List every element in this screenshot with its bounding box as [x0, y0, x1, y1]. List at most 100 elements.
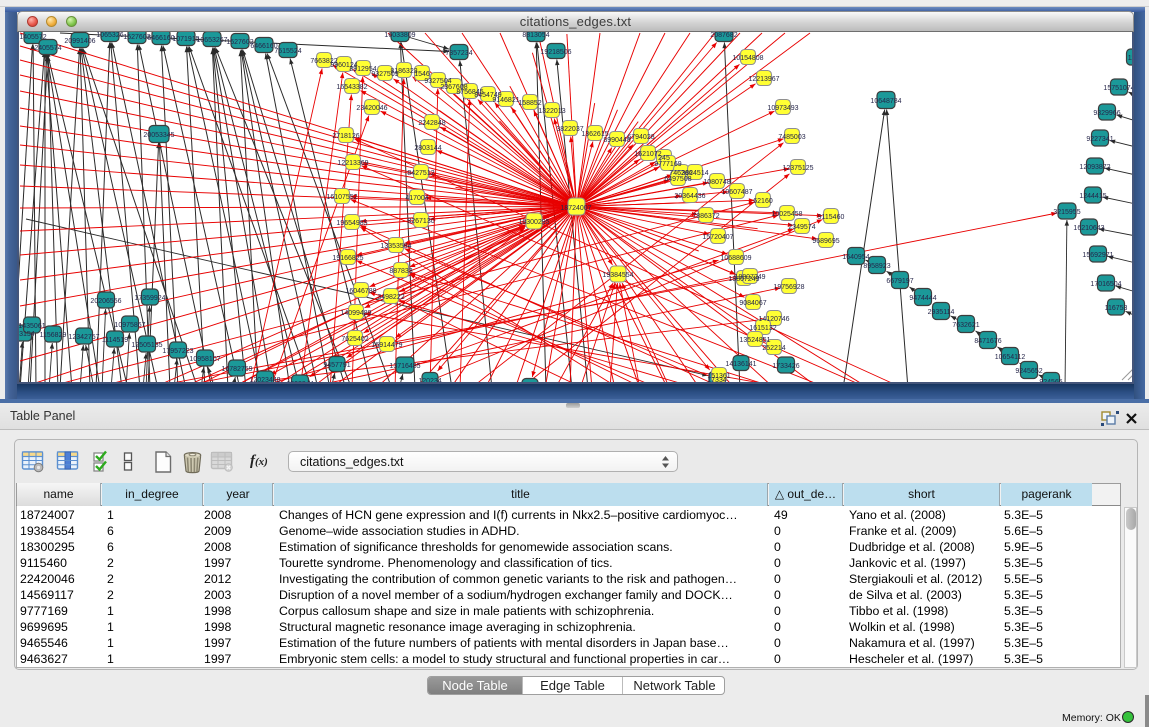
svg-text:9474444: 9474444 [909, 295, 936, 302]
svg-text:8267130: 8267130 [407, 218, 434, 225]
svg-text:1117: 1117 [1128, 55, 1132, 62]
svg-text:12023448: 12023448 [249, 377, 280, 382]
svg-text:1640954: 1640954 [842, 254, 869, 261]
svg-text:151361: 151361 [707, 373, 730, 380]
svg-text:924565: 924565 [1039, 379, 1062, 382]
svg-text:2349574: 2349574 [788, 224, 815, 231]
svg-text:7357234: 7357234 [445, 50, 472, 57]
svg-text:1615132: 1615132 [749, 325, 776, 332]
svg-text:9227341: 9227341 [1086, 136, 1113, 143]
svg-text:12213369: 12213369 [337, 160, 368, 167]
svg-text:19166825: 19166825 [332, 255, 363, 262]
svg-text:14099489: 14099489 [340, 310, 371, 317]
svg-text:15751074: 15751074 [1103, 85, 1132, 92]
svg-text:7515524: 7515524 [274, 48, 301, 55]
svg-text:1733426: 1733426 [772, 363, 799, 370]
svg-text:7632621: 7632621 [952, 322, 979, 329]
svg-text:1244415: 1244415 [1079, 193, 1106, 200]
svg-text:20053345: 20053345 [143, 132, 174, 139]
svg-text:16107552: 16107552 [326, 194, 357, 201]
svg-text:16033809: 16033809 [384, 32, 415, 39]
svg-text:2718126: 2718126 [332, 133, 359, 140]
svg-text:3215955: 3215955 [1053, 209, 1080, 216]
svg-text:2935114: 2935114 [928, 309, 955, 316]
svg-text:13353584: 13353584 [380, 243, 411, 250]
svg-text:9115460: 9115460 [818, 214, 845, 221]
svg-text:19218506: 19218506 [540, 49, 571, 56]
svg-text:7886372: 7886372 [692, 213, 719, 220]
svg-text:158852: 158852 [518, 100, 541, 107]
svg-text:8813054: 8813054 [522, 32, 549, 39]
svg-text:10154808: 10154808 [732, 55, 763, 62]
svg-text:20991406: 20991406 [64, 38, 95, 45]
svg-text:18807249: 18807249 [734, 274, 765, 281]
svg-text:20364436: 20364436 [674, 193, 705, 200]
svg-text:10648784: 10648784 [870, 98, 901, 105]
svg-text:1080748: 1080748 [703, 179, 730, 186]
svg-text:393154: 393154 [19, 331, 35, 338]
svg-text:12093872: 12093872 [1079, 164, 1110, 171]
svg-text:6794028: 6794028 [627, 134, 654, 141]
svg-text:10973493: 10973493 [767, 105, 798, 112]
svg-text:14120746: 14120746 [758, 316, 789, 323]
svg-text:18724007: 18724007 [560, 205, 591, 212]
svg-text:9457791: 9457791 [323, 362, 350, 369]
svg-text:9084067: 9084067 [739, 300, 766, 307]
svg-text:10654112: 10654112 [995, 354, 1026, 361]
svg-text:16782759: 16782759 [221, 366, 252, 373]
svg-text:10653267: 10653267 [196, 37, 227, 44]
svg-text:12342757: 12342757 [68, 334, 99, 341]
svg-text:16543382: 16543382 [336, 84, 367, 91]
svg-text:19654985: 19654985 [336, 220, 367, 227]
svg-text:887833: 887833 [389, 268, 412, 275]
svg-text:20206556: 20206556 [90, 298, 121, 305]
svg-text:7625402: 7625402 [341, 336, 368, 343]
svg-text:1065326: 1065326 [96, 32, 123, 39]
svg-text:2242848: 2242848 [418, 120, 445, 127]
svg-text:1322013: 1322013 [538, 108, 565, 115]
svg-text:9245652: 9245652 [1015, 368, 1042, 375]
svg-text:10958107: 10958107 [189, 356, 220, 363]
svg-text:116753: 116753 [1105, 305, 1128, 312]
svg-text:7485003: 7485003 [778, 134, 805, 141]
svg-text:16210643: 16210643 [1073, 225, 1104, 232]
svg-text:3824514: 3824514 [681, 170, 708, 177]
svg-text:19756928: 19756928 [773, 284, 804, 291]
svg-text:23420046: 23420046 [356, 105, 387, 112]
svg-text:6679197: 6679197 [886, 278, 913, 285]
svg-text:252214: 252214 [762, 345, 785, 352]
svg-text:19384554: 19384554 [602, 272, 633, 279]
svg-text:16046788: 16046788 [345, 288, 376, 295]
svg-text:17359924: 17359924 [134, 295, 165, 302]
svg-text:9329966: 9329966 [1093, 110, 1120, 117]
svg-text:2803144: 2803144 [414, 145, 441, 152]
svg-text:8427512: 8427512 [407, 170, 434, 177]
svg-text:9146821: 9146821 [492, 97, 519, 104]
svg-text:2087682: 2087682 [710, 32, 737, 39]
svg-text:1435061: 1435061 [19, 323, 46, 330]
svg-text:6466160: 6466160 [147, 35, 174, 42]
svg-text:1546: 1546 [414, 71, 430, 78]
svg-text:15720407: 15720407 [702, 234, 733, 241]
svg-text:417004: 417004 [405, 195, 428, 202]
svg-text:13524851: 13524851 [739, 337, 770, 344]
svg-text:17957223: 17957223 [162, 348, 193, 355]
svg-text:10975867: 10975867 [114, 322, 145, 329]
svg-text:2405574: 2405574 [34, 45, 61, 52]
svg-text:8958923: 8958923 [863, 263, 890, 270]
svg-text:1114519: 1114519 [102, 337, 128, 344]
svg-text:1156829: 1156829 [40, 332, 67, 339]
svg-text:10025458: 10025458 [771, 211, 802, 218]
svg-text:18300295: 18300295 [518, 219, 549, 226]
svg-text:10607487: 10607487 [721, 189, 752, 196]
svg-text:13716485: 13716485 [389, 363, 420, 370]
svg-text:16914479: 16914479 [371, 342, 402, 349]
svg-text:1202344: 1202344 [286, 381, 313, 382]
svg-text:9777169: 9777169 [654, 161, 681, 168]
svg-text:6497508: 6497508 [664, 176, 691, 183]
svg-text:12505135: 12505135 [131, 342, 162, 349]
svg-text:15692971: 15692971 [1082, 252, 1113, 259]
svg-text:14136141: 14136141 [725, 361, 756, 368]
svg-text:62160: 62160 [753, 198, 773, 205]
svg-text:10688609: 10688609 [720, 255, 751, 262]
